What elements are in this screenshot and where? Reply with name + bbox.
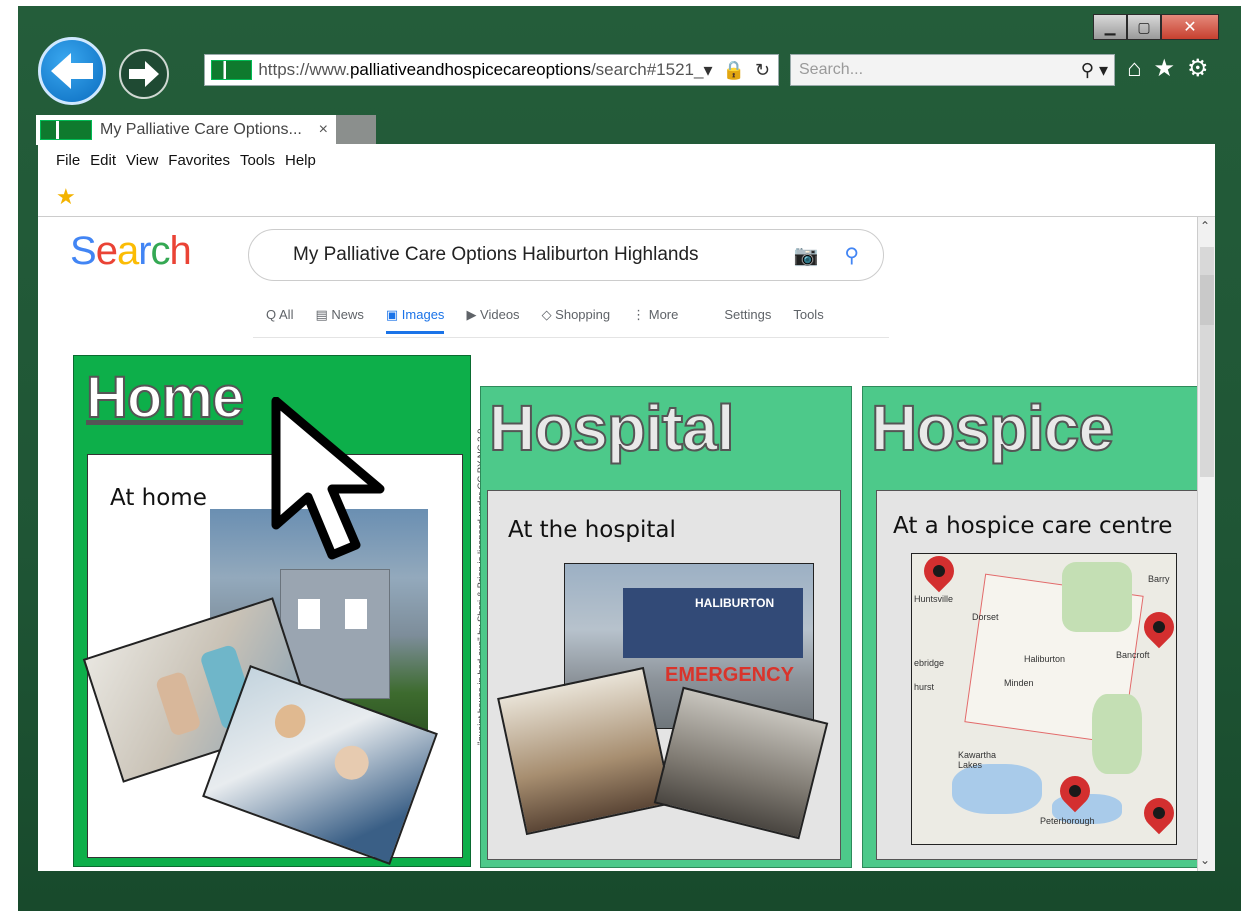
search-icon[interactable]: ⚲ ▾ bbox=[1081, 60, 1114, 81]
map-pin-icon[interactable] bbox=[917, 554, 961, 593]
camera-icon[interactable]: 📷 bbox=[793, 243, 818, 268]
tab-videos[interactable]: ▶ Videos bbox=[466, 307, 519, 334]
tab-all[interactable]: Q All bbox=[266, 307, 293, 334]
panel-hospice-title: Hospice bbox=[870, 391, 1115, 465]
site-favicon-icon bbox=[211, 60, 253, 80]
tab-close-icon[interactable]: × bbox=[319, 121, 336, 139]
tab-settings[interactable]: Settings bbox=[724, 307, 771, 334]
panel-home-title: Home bbox=[85, 364, 245, 431]
search-query-text: My Palliative Care Options Haliburton Hi… bbox=[293, 244, 699, 265]
menu-file[interactable]: File bbox=[56, 152, 80, 169]
tab-favicon-icon bbox=[40, 120, 92, 140]
search-logo: Search bbox=[70, 229, 192, 273]
new-tab-button[interactable] bbox=[336, 115, 376, 145]
toolbar-icons: ⌂ ★ ⚙ bbox=[1127, 54, 1209, 83]
map-label-hurst: hurst bbox=[914, 682, 935, 692]
map-label-huntsville: Huntsville bbox=[914, 594, 954, 604]
map-label-peterborough: Peterborough bbox=[1040, 816, 1095, 826]
menu-bar: File Edit View Favorites Tools Help ★ bbox=[38, 144, 1215, 217]
tab-news[interactable]: ▤ News bbox=[315, 307, 363, 334]
tab-title: My Palliative Care Options... bbox=[100, 121, 302, 138]
close-button[interactable]: ✕ bbox=[1161, 14, 1219, 40]
arrow-left-icon bbox=[51, 53, 93, 89]
arrow-right-icon bbox=[129, 61, 159, 87]
panel-hospital[interactable]: Hospital At the hospital HALIBURTON EMER… bbox=[480, 386, 852, 868]
lock-icon: 🔒 bbox=[722, 59, 745, 80]
url-suffix: /search#1521_ bbox=[590, 60, 704, 79]
tab-images[interactable]: ▣ Images bbox=[385, 307, 445, 334]
panel-hospice[interactable]: Hospice At a hospice care centre Huntsvi… bbox=[862, 386, 1215, 868]
search-tabs: Q All ▤ News ▣ Images ▶ Videos ◇ Shoppin… bbox=[266, 307, 824, 334]
map-label-barry: Barry bbox=[1148, 574, 1170, 584]
search-icon[interactable]: ⚲ bbox=[844, 243, 859, 268]
hospice-caption: At a hospice care centre bbox=[893, 513, 1173, 539]
panel-hospice-card: At a hospice care centre Huntsville Dors… bbox=[876, 490, 1215, 860]
tabs-divider bbox=[253, 337, 889, 338]
vertical-scrollbar[interactable]: ⌃ ⌄ bbox=[1197, 217, 1215, 871]
map-pin-icon[interactable] bbox=[1137, 791, 1176, 835]
refresh-icon[interactable]: ↻ bbox=[755, 60, 770, 81]
tab-active[interactable]: My Palliative Care Options... × bbox=[36, 115, 336, 145]
map-label-dorset: Dorset bbox=[972, 612, 999, 622]
menu-favorites[interactable]: Favorites bbox=[168, 152, 230, 169]
hospital-room-photo bbox=[497, 666, 673, 836]
map-label-bancroft: Bancroft bbox=[1116, 650, 1150, 660]
url-domain: palliativeandhospicecareoptions bbox=[349, 60, 591, 79]
search-query-input[interactable]: My Palliative Care Options Haliburton Hi… bbox=[248, 229, 884, 281]
home-icon[interactable]: ⌂ bbox=[1127, 55, 1142, 83]
map-label-kawartha: Kawartha Lakes bbox=[958, 750, 997, 770]
hospital-sign: HALIBURTON bbox=[695, 596, 775, 610]
scroll-up-icon[interactable]: ⌃ bbox=[1200, 219, 1210, 233]
map-label-minden: Minden bbox=[1004, 678, 1034, 688]
tab-tools[interactable]: Tools bbox=[793, 307, 823, 334]
search-placeholder: Search... bbox=[799, 61, 864, 78]
back-button[interactable] bbox=[38, 37, 106, 105]
hospital-caption: At the hospital bbox=[508, 517, 676, 543]
page-content: Search My Palliative Care Options Halibu… bbox=[38, 217, 1215, 871]
browser-window: ▁ ▢ ✕ https://www. palliativeandhospiceca… bbox=[18, 6, 1241, 911]
settings-gear-icon[interactable]: ⚙ bbox=[1187, 54, 1209, 83]
browser-search-input[interactable]: Search... ⚲ ▾ bbox=[790, 54, 1115, 86]
favorites-star-icon[interactable]: ★ bbox=[1154, 54, 1176, 83]
scroll-down-icon[interactable]: ⌄ bbox=[1200, 853, 1210, 867]
cursor-arrow-icon bbox=[271, 397, 385, 560]
panel-hospital-card: At the hospital HALIBURTON EMERGENCY bbox=[487, 490, 841, 860]
map-label-haliburton: Haliburton bbox=[1024, 654, 1066, 664]
panel-home-card: At home "quaint house in bad axe" by She… bbox=[82, 397, 487, 865]
panel-home[interactable]: Home At home "quaint house in bad axe" b… bbox=[73, 355, 487, 867]
menu-help[interactable]: Help bbox=[285, 152, 316, 169]
home-caption: At home bbox=[110, 485, 207, 511]
url-prefix: https://www. bbox=[258, 60, 350, 79]
menu-tools[interactable]: Tools bbox=[240, 152, 275, 169]
panel-hospital-title: Hospital bbox=[488, 391, 735, 465]
address-bar[interactable]: https://www. palliativeandhospicecareopti… bbox=[204, 54, 779, 86]
menu-view[interactable]: View bbox=[126, 152, 158, 169]
scrollbar-thumb[interactable] bbox=[1200, 275, 1214, 325]
tab-more[interactable]: ⋮ More bbox=[632, 307, 678, 334]
minimize-button[interactable]: ▁ bbox=[1093, 14, 1127, 40]
menu-edit[interactable]: Edit bbox=[90, 152, 116, 169]
tab-shopping[interactable]: ◇ Shopping bbox=[542, 307, 611, 334]
region-map[interactable]: Huntsville Dorset Haliburton Minden Banc… bbox=[911, 553, 1177, 845]
map-label-ebridge: ebridge bbox=[914, 658, 945, 668]
window-controls: ▁ ▢ ✕ bbox=[1093, 14, 1219, 42]
map-pin-icon[interactable] bbox=[1137, 605, 1176, 649]
maximize-button[interactable]: ▢ bbox=[1127, 14, 1161, 40]
dropdown-arrow-icon[interactable]: ▾ bbox=[703, 60, 712, 81]
forward-button[interactable] bbox=[119, 49, 169, 99]
emergency-sign: EMERGENCY bbox=[665, 664, 794, 686]
add-favorite-icon[interactable]: ★ bbox=[56, 184, 76, 210]
